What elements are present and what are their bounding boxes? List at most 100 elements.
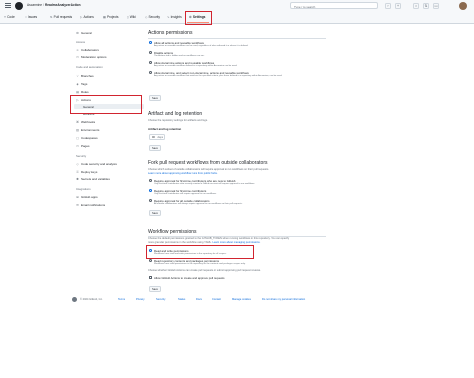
learn-more-link[interactable]: Learn more about approving workflow runs… [148, 172, 218, 175]
radio-allow-all[interactable] [149, 41, 152, 44]
retention-days-input[interactable]: 90 days [149, 134, 165, 140]
option-desc: Any action or reusable workflow can be u… [154, 45, 249, 47]
tab-wiki[interactable]: ▯ Wiki [127, 15, 136, 19]
artifact-retention-title: Artifact and log retention [148, 111, 203, 117]
radio-all-outside[interactable] [149, 199, 152, 202]
sidebar-item-pages[interactable]: ▭ Pages [74, 143, 144, 148]
pull-request-icon: ⇅ [50, 15, 53, 19]
code-icon: ‹› [4, 15, 7, 19]
footer-link-manage-cookies[interactable]: Manage cookies [232, 298, 251, 301]
sidebar-item-webhooks[interactable]: ⌘ Webhooks [74, 119, 144, 124]
save-button[interactable]: Save [149, 286, 161, 292]
tab-pull-requests[interactable]: ⇅ Pull requests [50, 15, 72, 19]
rules-icon: ▤ [76, 89, 79, 94]
plus-icon[interactable]: + [395, 3, 401, 9]
footer-link-docs[interactable]: Docs [196, 298, 202, 301]
pull-requests-icon[interactable]: ⇅ [423, 3, 429, 9]
fork-pr-link: Learn more about approving workflow runs… [148, 172, 218, 175]
save-button[interactable]: Save [149, 95, 161, 101]
browser-icon: ▭ [76, 143, 79, 148]
artifact-retention-label: Artifact and log retention [148, 127, 182, 131]
repo-link[interactable]: ReadmeAnalyzerAction [45, 3, 81, 7]
sidebar-heading-security: Security [76, 154, 87, 158]
footer-link-contact[interactable]: Contact [212, 298, 221, 301]
fork-pr-title: Fork pull request workflows from outside… [148, 160, 268, 166]
sidebar-item-rules[interactable]: ▤ Rules [74, 89, 144, 94]
terminal-icon[interactable]: › [385, 3, 391, 9]
checkbox-allow-create-pr[interactable] [149, 276, 152, 279]
graph-icon: ∿ [167, 15, 170, 19]
sidebar-item-general[interactable]: ⚙ General [74, 30, 144, 35]
inbox-icon[interactable]: ▭ [433, 3, 439, 9]
radio-disable-actions[interactable] [149, 51, 152, 54]
pr-creation-desc: Choose whether GitHub Actions can create… [148, 269, 261, 272]
people-icon: ☺ [76, 47, 80, 52]
save-button[interactable]: Save [149, 145, 161, 151]
divider [148, 38, 326, 39]
apps-icon: ⊞ [76, 194, 79, 199]
book-icon: ▯ [127, 15, 129, 19]
owner-link[interactable]: Ascarmine [27, 3, 42, 7]
option-desc: The Actions tab is hidden and no workflo… [154, 55, 205, 57]
tab-code[interactable]: ‹› Code [4, 15, 15, 19]
search-input[interactable]: Type / to search [290, 2, 378, 9]
radio-allow-owner[interactable] [149, 61, 152, 64]
workflow-permissions-desc-2: more granular permissions in the workflo… [148, 240, 261, 244]
asterisk-icon: ✱ [76, 176, 79, 181]
tab-actions[interactable]: ▷ Actions [80, 15, 94, 19]
footer-link-status[interactable]: Status [178, 298, 185, 301]
radio-read-only[interactable] [149, 259, 152, 262]
shield-icon: ◇ [145, 15, 148, 19]
issues-icon[interactable]: ○ [413, 3, 419, 9]
sidebar-item-secrets[interactable]: ✱ Secrets and variables [74, 176, 144, 181]
tab-issues[interactable]: ○ Issues [25, 15, 37, 19]
footer-link-do-not-share[interactable]: Do not share my personal information [262, 298, 305, 301]
highlight-settings-tab [185, 11, 212, 25]
save-button[interactable]: Save [149, 210, 161, 216]
avatar[interactable] [459, 2, 467, 10]
option-desc: All outside collaborators will always re… [154, 203, 243, 205]
server-icon: ▥ [76, 127, 79, 132]
sidebar-item-code-security[interactable]: ◇ Code security and analysis [74, 161, 144, 166]
option-desc: Any action or reusable workflow that mat… [154, 75, 283, 77]
issues-icon: ○ [25, 15, 27, 19]
github-logo-icon [72, 297, 77, 302]
sidebar-item-email-notifications[interactable]: ✉ Email notifications [74, 202, 144, 207]
radio-first-time-new[interactable] [149, 179, 152, 182]
github-logo-icon[interactable] [15, 2, 23, 10]
tab-insights[interactable]: ∿ Insights [167, 15, 182, 19]
learn-more-link[interactable]: Learn more about managing permissions. [213, 241, 261, 244]
menu-icon[interactable] [5, 3, 11, 9]
key-icon: ⚿ [76, 169, 79, 174]
sidebar-item-collaborators[interactable]: ☺ Collaborators [74, 47, 144, 52]
mail-icon: ✉ [76, 202, 79, 207]
codespaces-icon: ▢ [76, 135, 79, 140]
shield-icon: ◇ [76, 161, 79, 166]
footer-link-security[interactable]: Security [156, 298, 165, 301]
highlight-read-write [146, 245, 254, 259]
sidebar-item-branches[interactable]: ⑂ Branches [74, 73, 144, 78]
sidebar-item-environments[interactable]: ▥ Environments [74, 127, 144, 132]
table-icon: ▦ [103, 15, 107, 19]
sidebar-item-moderation[interactable]: ▭ Moderation options [74, 54, 144, 59]
artifact-retention-desc: Choose the repository settings for artif… [148, 119, 208, 122]
sidebar-heading-code: Code and automation [76, 65, 103, 69]
repo-tabs: ‹› Code ○ Issues ⇅ Pull requests ▷ Actions ▦… [0, 12, 474, 24]
sidebar-item-tags[interactable]: ◈ Tags [74, 81, 144, 86]
footer-link-terms[interactable]: Terms [118, 298, 125, 301]
sidebar-item-codespaces[interactable]: ▢ Codespaces [74, 135, 144, 140]
copyright: © 2024 GitHub, Inc. [80, 297, 103, 301]
page-footer: © 2024 GitHub, Inc. Terms Privacy Securi… [70, 294, 404, 306]
global-header: Ascarmine/ReadmeAnalyzerAction Type / to… [0, 0, 474, 12]
option-desc: Only first-time contributors who recentl… [154, 183, 255, 185]
gear-icon: ⚙ [76, 30, 79, 35]
option-desc: Any action or reusable workflow defined … [154, 65, 238, 67]
radio-first-time[interactable] [149, 189, 152, 192]
tab-security[interactable]: ◇ Security [145, 15, 160, 19]
sidebar-item-deploy-keys[interactable]: ⚿ Deploy keys [74, 169, 144, 174]
sidebar-item-github-apps[interactable]: ⊞ GitHub apps [74, 194, 144, 199]
webhook-icon: ⌘ [76, 119, 79, 124]
radio-allow-select[interactable] [149, 71, 152, 74]
tab-projects[interactable]: ▦ Projects [103, 15, 119, 19]
footer-link-privacy[interactable]: Privacy [136, 298, 145, 301]
